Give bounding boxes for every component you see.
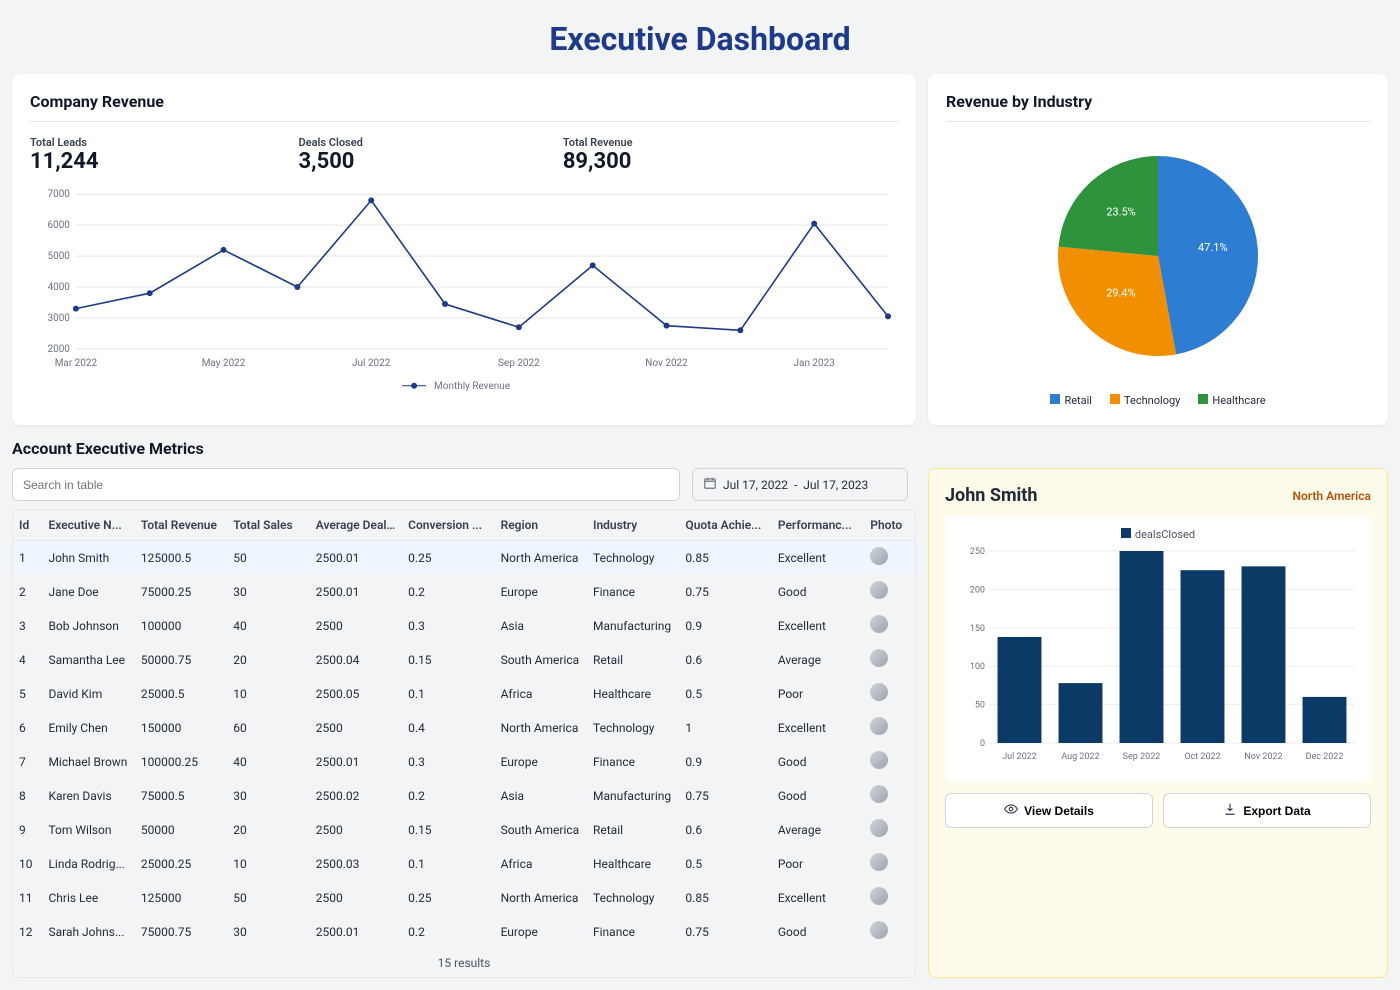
svg-text:Nov 2022: Nov 2022	[1244, 752, 1282, 762]
col-header[interactable]: Id	[13, 510, 42, 541]
company-revenue-card: Company Revenue Total Leads 11,244 Deals…	[12, 74, 916, 425]
table-row[interactable]: 1John Smith125000.5502500.010.25North Am…	[13, 541, 915, 575]
avatar	[870, 887, 888, 905]
svg-text:29.4%: 29.4%	[1106, 287, 1136, 300]
industry-pie-chart: 47.1% 29.4% 23.5%	[946, 136, 1370, 376]
deals-bar-chart: 0 50 100 150 200 250 Jul 2022 Aug 2022 Sep 2022 O…	[953, 545, 1363, 765]
page-title: Executive Dashboard	[12, 20, 1388, 58]
table-row[interactable]: 7Michael Brown100000.25402500.010.3Europ…	[13, 745, 915, 779]
table-row[interactable]: 4Samantha Lee50000.75202500.040.15South …	[13, 643, 915, 677]
kpi-label: Total Revenue	[563, 136, 633, 149]
avatar	[870, 717, 888, 735]
table-row[interactable]: 10Linda Rodrig...25000.25102500.030.1Afr…	[13, 847, 915, 881]
svg-text:Jul 2022: Jul 2022	[352, 358, 391, 369]
date-end: Jul 17, 2023	[803, 478, 868, 492]
svg-text:5000: 5000	[47, 251, 70, 262]
table-row[interactable]: 9Tom Wilson500002025000.15South AmericaR…	[13, 813, 915, 847]
download-icon	[1223, 802, 1237, 819]
kpi-value: 11,244	[30, 149, 99, 174]
svg-text:Oct 2022: Oct 2022	[1184, 752, 1220, 762]
svg-text:47.1%: 47.1%	[1198, 241, 1228, 254]
svg-text:Mar 2022: Mar 2022	[55, 358, 98, 369]
kpi-deals: Deals Closed 3,500	[299, 136, 363, 174]
col-header[interactable]: Industry	[587, 510, 679, 541]
avatar	[870, 853, 888, 871]
col-header[interactable]: Average Deal...	[310, 510, 402, 541]
revenue-line-chart: 2000 3000 4000 5000 6000 7000 Mar 2022 May 2022…	[30, 184, 898, 394]
avatar	[870, 751, 888, 769]
kpi-leads: Total Leads 11,244	[30, 136, 99, 174]
table-row[interactable]: 3Bob Johnson1000004025000.3AsiaManufactu…	[13, 609, 915, 643]
table-row[interactable]: 5David Kim25000.5102500.050.1AfricaHealt…	[13, 677, 915, 711]
avatar	[870, 547, 888, 565]
svg-text:Sep 2022: Sep 2022	[498, 358, 540, 369]
avatar	[870, 683, 888, 701]
svg-text:7000: 7000	[47, 189, 70, 200]
table-row[interactable]: 8Karen Davis75000.5302500.020.2AsiaManuf…	[13, 779, 915, 813]
calendar-icon	[703, 476, 717, 493]
table-row[interactable]: 11Chris Lee1250005025000.25North America…	[13, 881, 915, 915]
col-header[interactable]: Performanc...	[772, 510, 864, 541]
date-range-picker[interactable]: Jul 17, 2022 - Jul 17, 2023	[692, 468, 908, 501]
svg-text:100: 100	[970, 662, 985, 672]
table-row[interactable]: 6Emily Chen1500006025000.4North AmericaT…	[13, 711, 915, 745]
card-title: Company Revenue	[30, 92, 898, 122]
col-header[interactable]: Total Revenue	[135, 510, 227, 541]
svg-text:0: 0	[980, 739, 985, 749]
industry-pie-card: Revenue by Industry 47.1% 29.4% 23.5% Reta…	[928, 74, 1388, 425]
kpi-value: 3,500	[299, 149, 363, 174]
svg-text:Jan 2023: Jan 2023	[794, 358, 835, 369]
col-header[interactable]: Executive N...	[42, 510, 134, 541]
avatar	[870, 921, 888, 939]
table-row[interactable]: 12Sarah Johns...75000.75302500.010.2Euro…	[13, 915, 915, 949]
avatar	[870, 819, 888, 837]
executives-table: IdExecutive N...Total RevenueTotal Sales…	[12, 509, 916, 978]
date-start: Jul 17, 2022	[723, 478, 788, 492]
view-details-button[interactable]: View Details	[945, 793, 1153, 828]
eye-icon	[1004, 802, 1018, 819]
svg-text:Sep 2022: Sep 2022	[1123, 752, 1161, 762]
svg-text:May 2022: May 2022	[202, 358, 246, 369]
col-header[interactable]: Photo	[864, 510, 915, 541]
col-header[interactable]: Conversion ...	[402, 510, 494, 541]
kpi-label: Total Leads	[30, 136, 99, 149]
table-row[interactable]: 2Jane Doe75000.25302500.010.2EuropeFinan…	[13, 575, 915, 609]
executive-detail-card: John Smith North America dealsClosed 0 50…	[928, 468, 1388, 978]
kpi-label: Deals Closed	[299, 136, 363, 149]
svg-text:23.5%: 23.5%	[1106, 205, 1136, 218]
svg-text:6000: 6000	[47, 220, 70, 231]
svg-text:200: 200	[970, 585, 985, 595]
svg-text:50: 50	[975, 701, 985, 711]
metrics-title: Account Executive Metrics	[12, 439, 1388, 458]
detail-region: North America	[1293, 489, 1372, 503]
svg-text:Dec 2022: Dec 2022	[1306, 752, 1344, 762]
svg-text:3000: 3000	[47, 313, 70, 324]
svg-text:Nov 2022: Nov 2022	[645, 358, 688, 369]
avatar	[870, 581, 888, 599]
svg-text:150: 150	[970, 624, 985, 634]
avatar	[870, 785, 888, 803]
svg-text:250: 250	[970, 547, 985, 557]
svg-text:2000: 2000	[47, 344, 70, 355]
results-count: 15 results	[13, 949, 915, 977]
col-header[interactable]: Total Sales	[227, 510, 309, 541]
pie-legend: Retail Technology Healthcare	[946, 394, 1370, 407]
avatar	[870, 649, 888, 667]
kpi-value: 89,300	[563, 149, 633, 174]
svg-text:4000: 4000	[47, 282, 70, 293]
detail-name: John Smith	[945, 485, 1037, 506]
col-header[interactable]: Quota Achie...	[679, 510, 771, 541]
svg-text:Monthly Revenue: Monthly Revenue	[434, 381, 510, 392]
card-title: Revenue by Industry	[946, 92, 1370, 122]
svg-text:Aug 2022: Aug 2022	[1061, 752, 1099, 762]
col-header[interactable]: Region	[495, 510, 587, 541]
kpi-revenue: Total Revenue 89,300	[563, 136, 633, 174]
avatar	[870, 615, 888, 633]
svg-text:Jul 2022: Jul 2022	[1002, 752, 1037, 762]
bar-legend: dealsClosed	[1135, 528, 1195, 541]
export-data-button[interactable]: Export Data	[1163, 793, 1371, 828]
search-input[interactable]	[12, 468, 680, 501]
